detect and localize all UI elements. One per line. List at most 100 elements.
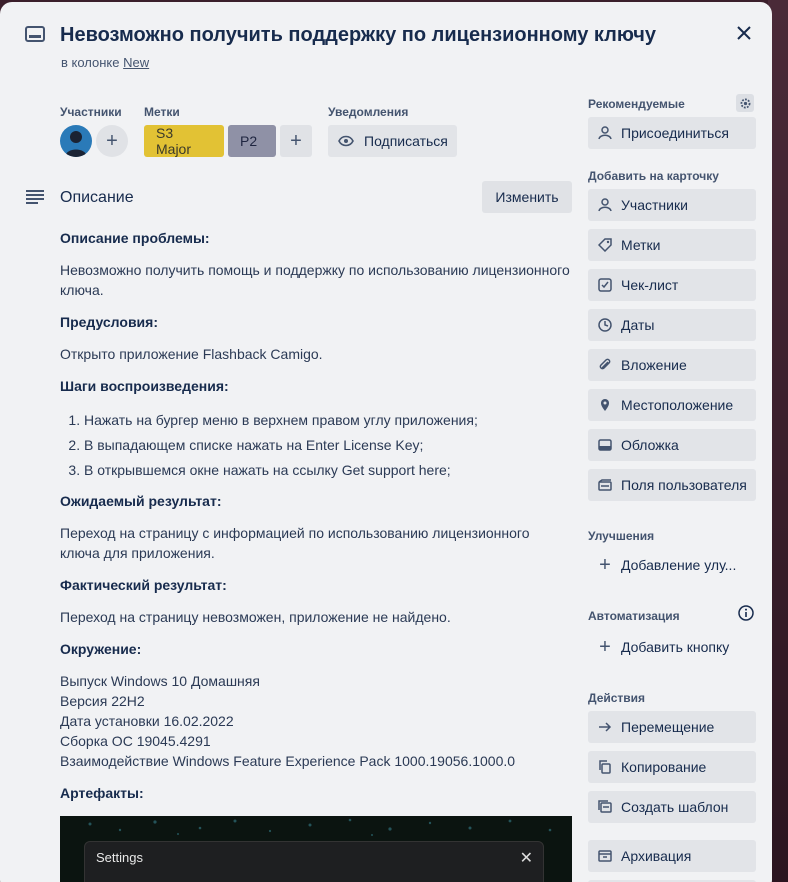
preconditions-text: Открыто приложение Flashback Camigo. (60, 346, 323, 362)
clock-icon (597, 317, 613, 333)
card-modal: Невозможно получить поддержку по лицензи… (0, 2, 772, 882)
add-improvement-button[interactable]: + Добавление улу... (588, 549, 756, 581)
actions-heading: Действия (588, 691, 646, 705)
person-icon (597, 125, 613, 141)
archive-button-label: Архивация (621, 848, 692, 864)
settings-window-title: Settings (96, 850, 143, 865)
attachment-button-label: Вложение (621, 357, 687, 373)
labels-button[interactable]: Метки (588, 229, 756, 261)
settings-window: Settings ✕ (84, 841, 544, 882)
copy-button-label: Копирование (621, 759, 707, 775)
archive-button[interactable]: Архивация (588, 840, 756, 872)
plus-icon: + (106, 129, 118, 152)
env-line: Сборка ОС 19045.4291 (60, 733, 211, 749)
edit-description-button[interactable]: Изменить (482, 181, 572, 213)
person-icon (597, 197, 613, 213)
location-button-label: Местоположение (621, 397, 734, 413)
location-pin-icon (597, 397, 613, 413)
expected-text: Переход на страницу с информацией по исп… (60, 525, 530, 561)
automation-heading: Автоматизация (588, 609, 680, 623)
step-item: В выпадающем списке нажать на Enter Lice… (84, 435, 572, 455)
create-template-button-label: Создать шаблон (621, 799, 729, 815)
recommended-settings-button[interactable] (736, 94, 754, 112)
artifacts-heading: Артефакты: (60, 785, 144, 801)
env-line: Дата установки 16.02.2022 (60, 713, 234, 729)
attachment-button[interactable]: Вложение (588, 349, 756, 381)
archive-icon (597, 848, 613, 864)
subscribe-label: Подписаться (364, 133, 448, 149)
template-icon (597, 799, 613, 815)
steps-heading: Шаги воспроизведения: (60, 378, 229, 394)
steps-list: Нажать на бургер меню в верхнем правом у… (60, 410, 572, 480)
checkbox-icon (597, 277, 613, 293)
labels-label: Метки (144, 105, 180, 119)
card-icon (25, 26, 45, 44)
recommended-heading: Рекомендуемые (588, 97, 685, 111)
move-button[interactable]: Перемещение (588, 711, 756, 743)
create-template-button[interactable]: Создать шаблон (588, 791, 756, 823)
add-label-button[interactable]: + (280, 125, 312, 157)
actual-heading: Фактический результат: (60, 577, 227, 593)
card-title[interactable]: Невозможно получить поддержку по лицензи… (60, 24, 656, 47)
plus-icon: + (599, 553, 611, 576)
description-icon (26, 189, 46, 210)
step-item: В открывшемся окне нажать на ссылку Get … (84, 460, 572, 480)
expected-heading: Ожидаемый результат: (60, 493, 222, 509)
label-s3-major[interactable]: S3 Major (144, 125, 224, 157)
members-label: Участники (60, 105, 122, 119)
members-button-label: Участники (621, 197, 688, 213)
environment-heading: Окружение: (60, 641, 142, 657)
arrow-right-icon (597, 719, 613, 735)
eye-icon (338, 135, 354, 147)
join-label: Присоединиться (621, 125, 729, 141)
close-icon (737, 26, 751, 40)
actual-text: Переход на страницу невозможен, приложен… (60, 609, 451, 625)
custom-fields-icon (597, 477, 613, 493)
labels-button-label: Метки (621, 237, 661, 253)
checklist-button-label: Чек-лист (621, 277, 679, 293)
env-line: Версия 22H2 (60, 693, 145, 709)
close-icon: ✕ (519, 850, 533, 867)
notifications-label: Уведомления (328, 105, 409, 119)
cover-button-label: Обложка (621, 437, 679, 453)
column-link[interactable]: New (123, 55, 149, 70)
custom-fields-button[interactable]: Поля пользователя (588, 469, 756, 501)
dates-button-label: Даты (621, 317, 655, 333)
add-improvement-label: Добавление улу... (621, 557, 737, 573)
description-body[interactable]: Описание проблемы: Невозможно получить п… (60, 228, 572, 803)
cover-icon (597, 437, 613, 453)
paperclip-icon (597, 357, 613, 373)
plus-icon: + (599, 635, 611, 658)
column-prefix: в колонке (61, 55, 120, 70)
plus-icon: + (290, 129, 302, 152)
problem-text: Невозможно получить помощь и поддержку п… (60, 262, 570, 298)
add-member-button[interactable]: + (96, 125, 128, 157)
close-button[interactable] (730, 19, 758, 47)
gear-icon (740, 98, 750, 108)
custom-fields-button-label: Поля пользователя (621, 477, 747, 493)
join-button[interactable]: Присоединиться (588, 117, 756, 149)
add-button-label: Добавить кнопку (621, 639, 730, 655)
env-line: Выпуск Windows 10 Домашняя (60, 673, 260, 689)
avatar[interactable] (60, 125, 92, 157)
info-icon[interactable] (738, 605, 754, 626)
dates-button[interactable]: Даты (588, 309, 756, 341)
members-button[interactable]: Участники (588, 189, 756, 221)
preconditions-heading: Предусловия: (60, 314, 158, 330)
move-button-label: Перемещение (621, 719, 715, 735)
copy-icon (597, 759, 613, 775)
artifact-screenshot[interactable]: Settings ✕ (60, 816, 572, 882)
problem-heading: Описание проблемы: (60, 230, 210, 246)
step-item: Нажать на бургер меню в верхнем правом у… (84, 410, 572, 430)
subscribe-button[interactable]: Подписаться (328, 125, 457, 157)
checklist-button[interactable]: Чек-лист (588, 269, 756, 301)
cover-button[interactable]: Обложка (588, 429, 756, 461)
add-button-button[interactable]: + Добавить кнопку (588, 631, 756, 663)
label-p2[interactable]: P2 (228, 125, 276, 157)
location-button[interactable]: Местоположение (588, 389, 756, 421)
tag-icon (597, 237, 613, 253)
card-column-info: в колонке New (61, 55, 149, 70)
description-title: Описание (60, 189, 134, 206)
env-line: Взаимодействие Windows Feature Experienc… (60, 753, 516, 769)
copy-button[interactable]: Копирование (588, 751, 756, 783)
